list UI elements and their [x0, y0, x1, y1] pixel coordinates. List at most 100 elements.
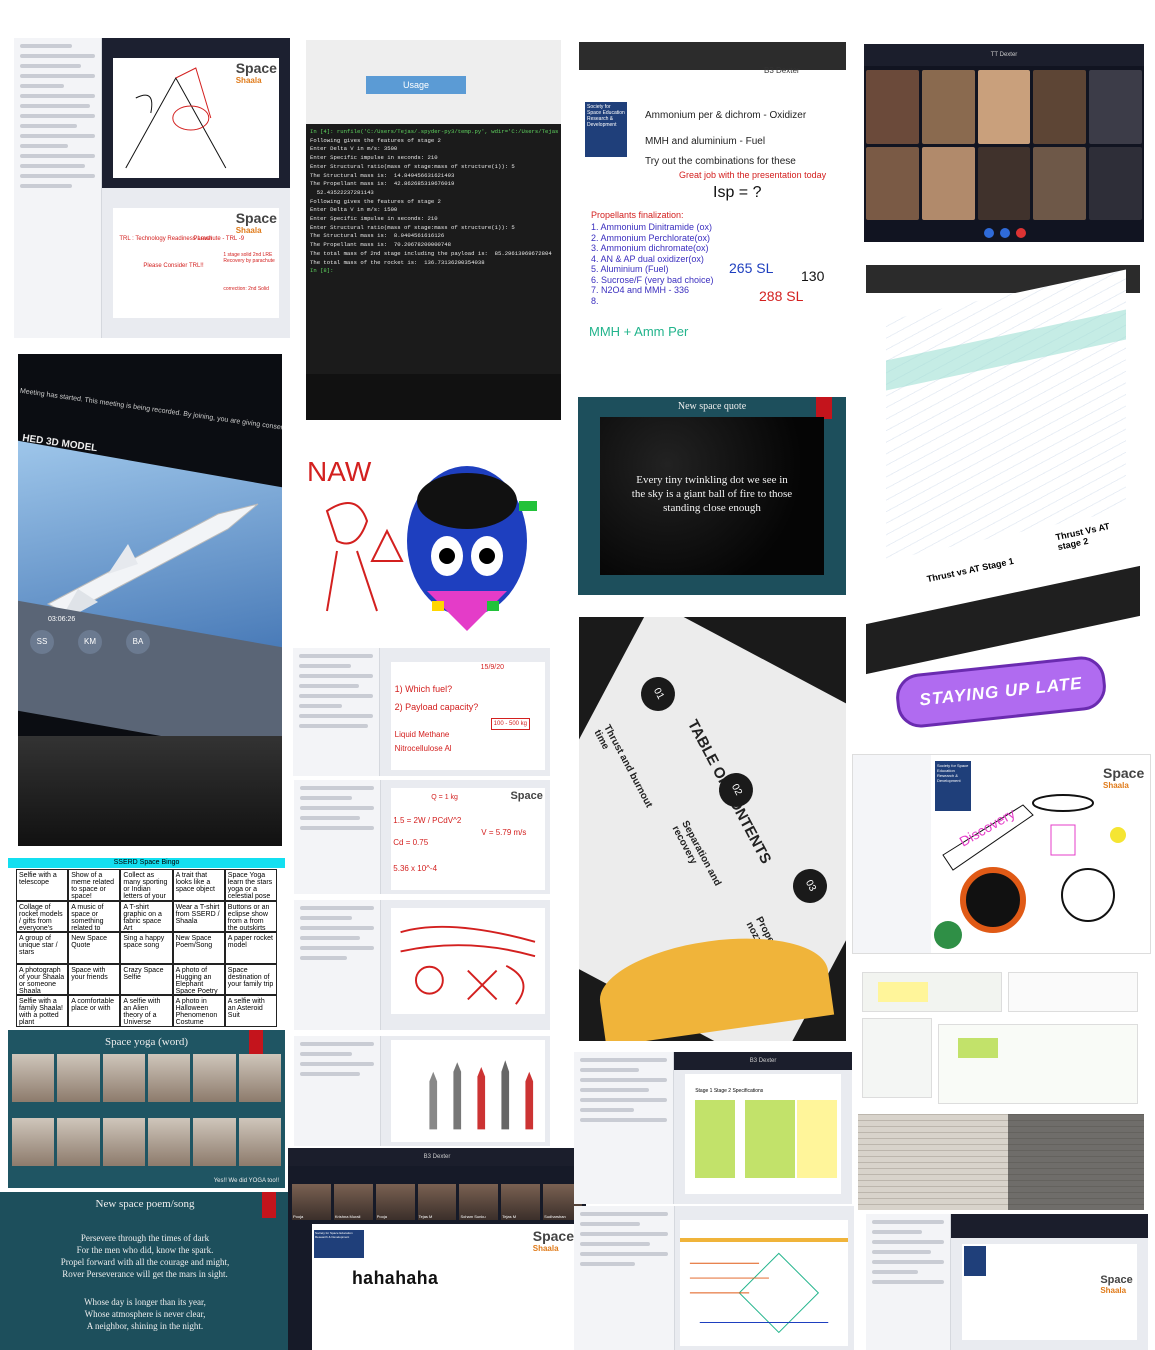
mass-note: Q = 1 kg [431, 794, 458, 801]
space-shaala-logo: Space Shaala [532, 1228, 574, 1253]
propellant-item: 1. Ammonium Dinitramide (ox) [591, 222, 713, 232]
propellant-item: 4. AN & AP dual oxidizer(ox) [591, 253, 704, 264]
participant-video: Krishna Murali [333, 1184, 373, 1220]
collage-tile-space-poem: New space poem/song Persevere through th… [0, 1192, 290, 1350]
yoga-photos-row-1 [12, 1054, 281, 1102]
window-title: TT Dexter [864, 44, 1144, 66]
whiteboard [680, 1220, 849, 1346]
poem-stanza-2: Whose day is longer than its year, Whose … [0, 1296, 290, 1332]
participant-name: Tejas M [502, 1214, 517, 1219]
avatar: BA [126, 630, 150, 654]
fuel-text: MMH and aluminium - Fuel [645, 136, 766, 147]
great-job-text: Great job with the presentation today [679, 170, 827, 180]
console-line: In [8]: [310, 267, 334, 275]
hahaha-text: hahahaha [352, 1270, 439, 1290]
chart-label-stage-2: Thrust Vs AT stage 2 [1054, 521, 1111, 553]
bingo-cell: Buttons or an eclipse show from a from t… [224, 900, 277, 933]
poem-line: A neighbor, shining in the night. [86, 1321, 204, 1331]
yoga-footer: Yes!! We did YOGA too!! [213, 1178, 279, 1184]
participant-video: Pooja [375, 1184, 415, 1220]
hangup-icon[interactable] [1016, 228, 1026, 238]
correction-note: correction: 2nd Solid [223, 286, 269, 292]
yoga-photo [12, 1054, 55, 1102]
bingo-cell: A photo of Hugging an Elephant Space Poe… [172, 963, 225, 996]
drawing-canvas: NAW [307, 456, 537, 631]
bingo-cell: A paper rocket model [224, 932, 277, 964]
camera-icon[interactable] [1000, 228, 1010, 238]
avatar: KM [78, 630, 102, 654]
yoga-photo [57, 1054, 100, 1102]
console-line: In [4]: runfile('C:/Users/Tejas/.spyder-… [310, 128, 559, 135]
bingo-cell: New Space Quote [68, 932, 121, 964]
space-shaala-logo: Space Shaala [235, 60, 277, 85]
stage-note: 1 stage solid 2nd LRE Recovery by parach… [223, 252, 275, 264]
bingo-cell: New Space Poem/Song [172, 932, 225, 964]
meeting-timer: 03:06:26 [48, 616, 76, 623]
slide-title: Space yoga (word) [104, 1036, 189, 1048]
date-note: 15/9/20 [480, 664, 505, 671]
sl-265: 265 SL [729, 260, 774, 276]
yoga-photo [12, 1118, 55, 1166]
whiteboard [391, 908, 545, 1014]
question-1: 1) Which fuel? [394, 684, 453, 694]
chat-sidebar [294, 780, 382, 894]
collage-tile-3d-model-photo: Meeting has started. This meeting is bei… [18, 354, 282, 846]
console-line: Enter Delta V in m/s: 3500 [310, 145, 398, 153]
console-line: Enter Specific impulse in seconds: 210 [310, 215, 438, 223]
bingo-cell: A music of space or something related to… [68, 900, 121, 933]
console-line: The Propellant mass is: 70.2067820000074… [310, 241, 451, 249]
slide-accent [262, 1192, 276, 1218]
chat-sidebar [293, 648, 381, 776]
yoga-photo [238, 1054, 281, 1102]
console-line: 52.43522237281143 [310, 188, 374, 196]
participant-video [866, 70, 919, 144]
bingo-cell: Crazy Space Selfie [120, 963, 173, 996]
collage-tile-rocket-models [294, 1036, 550, 1146]
collage-tile-propellants-board: B3 Dexter Society for Space Education Re… [579, 42, 846, 380]
propellant-item: 2. Ammonium Perchlorate(ox) [591, 232, 711, 243]
chat-sidebar [14, 38, 103, 338]
poem-stanza-1: Persevere through the times of dark For t… [0, 1232, 290, 1280]
space-shaala-logo: Space Shaala [1100, 1274, 1133, 1295]
chat-sidebar [294, 1036, 382, 1146]
collage-tile-calc-whiteboard: Space Q = 1 kg 1.5 = 2W / PCdV^2 Cd = 0.… [294, 780, 550, 894]
yoga-photo [193, 1118, 236, 1166]
collage-tile-table-of-contents: TABLE OF CONTENTS 01 Thrust and burnout t… [579, 617, 846, 1041]
space-shaala-logo: Space Shaala [235, 210, 277, 235]
sticker-text: STAYING UP LATE [918, 673, 1084, 710]
collage-tile-python-console: Usage In [4]: runfile('C:/Users/Tejas/.s… [306, 40, 561, 420]
console-line: The Propellant mass is: 42.8626853196760… [310, 180, 455, 188]
recording-banner: Meeting has started. This meeting is bei… [19, 387, 282, 446]
collage-tile-chat-board: Space Shaala [866, 1214, 1148, 1350]
console-line: The total mass of 2nd stage including th… [310, 249, 552, 257]
participant-name: Tejas M [418, 1214, 433, 1219]
propellant-list: 1. Ammonium Dinitramide (ox) 2. Ammonium … [591, 222, 714, 306]
mic-icon[interactable] [984, 228, 994, 238]
payload-box: 100 - 500 kg [490, 718, 531, 730]
poem-line: Whose atmosphere is never clear, [84, 1309, 206, 1319]
propellant-item: 3. Ammonium dichromate(ox) [591, 243, 709, 253]
participant-name: Krishna Murali [334, 1214, 361, 1219]
rocket-model-icon [46, 503, 259, 624]
participant-video [1089, 146, 1142, 220]
oxidizer-text: Ammonium per & dichrom - Oxidizer [645, 110, 807, 121]
bingo-cell: A comfortable place or with [68, 995, 121, 1027]
participant-video [921, 70, 975, 144]
quote-text: Every tiny twinkling dot we see in the s… [631, 474, 793, 514]
usage-button: Usage [366, 76, 466, 94]
isp-text: Isp = ? [713, 184, 762, 201]
console-line: The Structural mass is: 14.8494566316214… [310, 171, 455, 179]
bingo-cell: Space destination of your family trip [224, 963, 277, 996]
bingo-cell: A selfie with an Alien theory of a Unive… [120, 995, 173, 1027]
yoga-photo [102, 1118, 145, 1166]
bingo-grid: Selfie with a telescope Show of a meme re… [16, 869, 277, 1027]
propellant-item: 5. Aluminium (Fuel) [591, 264, 669, 274]
window-title: B3 Dexter [764, 66, 800, 75]
avatar: SS [30, 630, 54, 654]
whiteboard: Space Shaala [961, 1244, 1137, 1340]
whiteboard: 15/9/20 1) Which fuel? 2) Payload capaci… [390, 662, 545, 770]
rocket-row-icon [429, 1060, 534, 1130]
finalization-title: Propellants finalization: [591, 210, 684, 220]
whiteboard: Society for Space Education Research & D… [312, 1224, 578, 1350]
console-line: Enter Structural ratio(mass of stage:mas… [310, 162, 515, 170]
